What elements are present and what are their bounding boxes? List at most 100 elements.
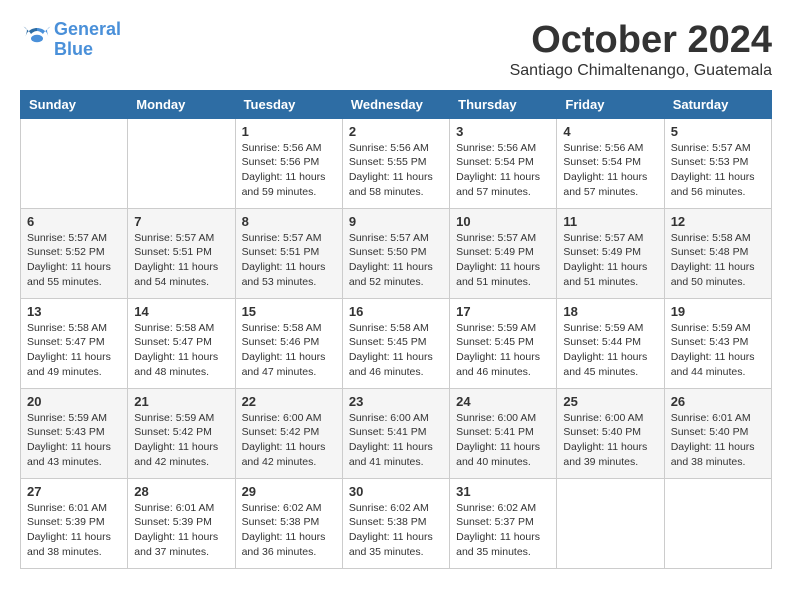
cell-content: Sunrise: 6:02 AM Sunset: 5:38 PM Dayligh… [349,501,443,560]
cell-content: Sunrise: 5:59 AM Sunset: 5:43 PM Dayligh… [27,411,121,470]
calendar-cell: 6 Sunrise: 5:57 AM Sunset: 5:52 PM Daylig… [21,208,128,298]
cell-content: Sunrise: 6:01 AM Sunset: 5:39 PM Dayligh… [134,501,228,560]
calendar-cell: 16 Sunrise: 5:58 AM Sunset: 5:45 PM Dayli… [342,298,449,388]
calendar-cell: 20 Sunrise: 5:59 AM Sunset: 5:43 PM Dayli… [21,388,128,478]
calendar-cell: 30 Sunrise: 6:02 AM Sunset: 5:38 PM Dayli… [342,478,449,568]
calendar-cell: 28 Sunrise: 6:01 AM Sunset: 5:39 PM Dayli… [128,478,235,568]
cell-content: Sunrise: 5:58 AM Sunset: 5:45 PM Dayligh… [349,321,443,380]
day-number: 16 [349,304,443,319]
cell-content: Sunrise: 5:57 AM Sunset: 5:53 PM Dayligh… [671,141,765,200]
calendar-cell [128,118,235,208]
calendar-cell: 31 Sunrise: 6:02 AM Sunset: 5:37 PM Dayli… [450,478,557,568]
column-header-wednesday: Wednesday [342,90,449,118]
calendar-cell: 18 Sunrise: 5:59 AM Sunset: 5:44 PM Dayli… [557,298,664,388]
calendar-cell [664,478,771,568]
day-number: 2 [349,124,443,139]
day-number: 24 [456,394,550,409]
calendar-cell [21,118,128,208]
day-number: 30 [349,484,443,499]
cell-content: Sunrise: 6:00 AM Sunset: 5:41 PM Dayligh… [456,411,550,470]
cell-content: Sunrise: 6:00 AM Sunset: 5:40 PM Dayligh… [563,411,657,470]
calendar-cell: 4Sunrise: 5:56 AM Sunset: 5:54 PM Daylig… [557,118,664,208]
cell-content: Sunrise: 5:59 AM Sunset: 5:44 PM Dayligh… [563,321,657,380]
calendar-week-row: 20 Sunrise: 5:59 AM Sunset: 5:43 PM Dayli… [21,388,772,478]
calendar-cell: 1 Sunrise: 5:56 AM Sunset: 5:56 PM Daylig… [235,118,342,208]
day-number: 25 [563,394,657,409]
day-number: 9 [349,214,443,229]
cell-content: Sunrise: 6:00 AM Sunset: 5:42 PM Dayligh… [242,411,336,470]
day-number: 17 [456,304,550,319]
column-header-monday: Monday [128,90,235,118]
calendar-cell: 7Sunrise: 5:57 AM Sunset: 5:51 PM Daylig… [128,208,235,298]
cell-content: Sunrise: 5:58 AM Sunset: 5:46 PM Dayligh… [242,321,336,380]
cell-content: Sunrise: 5:57 AM Sunset: 5:52 PM Dayligh… [27,231,121,290]
cell-content: Sunrise: 5:57 AM Sunset: 5:49 PM Dayligh… [563,231,657,290]
day-number: 20 [27,394,121,409]
cell-content: Sunrise: 5:57 AM Sunset: 5:49 PM Dayligh… [456,231,550,290]
calendar-cell: 9 Sunrise: 5:57 AM Sunset: 5:50 PM Daylig… [342,208,449,298]
day-number: 28 [134,484,228,499]
logo-line2: Blue [54,39,93,59]
title-section: October 2024 Santiago Chimaltenango, Gua… [510,20,772,80]
day-number: 15 [242,304,336,319]
column-header-tuesday: Tuesday [235,90,342,118]
cell-content: Sunrise: 6:02 AM Sunset: 5:38 PM Dayligh… [242,501,336,560]
cell-content: Sunrise: 5:56 AM Sunset: 5:56 PM Dayligh… [242,141,336,200]
calendar-cell: 23 Sunrise: 6:00 AM Sunset: 5:41 PM Dayli… [342,388,449,478]
day-number: 1 [242,124,336,139]
day-number: 31 [456,484,550,499]
calendar-cell: 14Sunrise: 5:58 AM Sunset: 5:47 PM Dayli… [128,298,235,388]
calendar-cell: 13Sunrise: 5:58 AM Sunset: 5:47 PM Dayli… [21,298,128,388]
logo-bird-icon [22,22,52,52]
column-header-friday: Friday [557,90,664,118]
cell-content: Sunrise: 5:56 AM Sunset: 5:55 PM Dayligh… [349,141,443,200]
day-number: 19 [671,304,765,319]
calendar-cell: 5 Sunrise: 5:57 AM Sunset: 5:53 PM Daylig… [664,118,771,208]
cell-content: Sunrise: 6:00 AM Sunset: 5:41 PM Dayligh… [349,411,443,470]
day-number: 13 [27,304,121,319]
day-number: 21 [134,394,228,409]
column-header-sunday: Sunday [21,90,128,118]
calendar-cell [557,478,664,568]
calendar-cell: 2 Sunrise: 5:56 AM Sunset: 5:55 PM Daylig… [342,118,449,208]
calendar-cell: 17 Sunrise: 5:59 AM Sunset: 5:45 PM Dayli… [450,298,557,388]
cell-content: Sunrise: 5:59 AM Sunset: 5:42 PM Dayligh… [134,411,228,470]
calendar-cell: 19 Sunrise: 5:59 AM Sunset: 5:43 PM Dayli… [664,298,771,388]
calendar-cell: 15 Sunrise: 5:58 AM Sunset: 5:46 PM Dayli… [235,298,342,388]
day-number: 5 [671,124,765,139]
logo-line1: General [54,19,121,39]
month-title: October 2024 [510,20,772,62]
cell-content: Sunrise: 5:59 AM Sunset: 5:45 PM Dayligh… [456,321,550,380]
day-number: 23 [349,394,443,409]
day-number: 14 [134,304,228,319]
calendar-week-row: 1 Sunrise: 5:56 AM Sunset: 5:56 PM Daylig… [21,118,772,208]
day-number: 11 [563,214,657,229]
day-number: 26 [671,394,765,409]
cell-content: Sunrise: 5:57 AM Sunset: 5:50 PM Dayligh… [349,231,443,290]
cell-content: Sunrise: 5:59 AM Sunset: 5:43 PM Dayligh… [671,321,765,380]
day-number: 6 [27,214,121,229]
page-header: General Blue October 2024 Santiago Chima… [20,20,772,80]
day-number: 7 [134,214,228,229]
day-number: 27 [27,484,121,499]
calendar-cell: 22 Sunrise: 6:00 AM Sunset: 5:42 PM Dayli… [235,388,342,478]
cell-content: Sunrise: 6:02 AM Sunset: 5:37 PM Dayligh… [456,501,550,560]
calendar-cell: 3Sunrise: 5:56 AM Sunset: 5:54 PM Daylig… [450,118,557,208]
day-number: 12 [671,214,765,229]
calendar-header-row: SundayMondayTuesdayWednesdayThursdayFrid… [21,90,772,118]
day-number: 8 [242,214,336,229]
calendar-cell: 29 Sunrise: 6:02 AM Sunset: 5:38 PM Dayli… [235,478,342,568]
day-number: 18 [563,304,657,319]
cell-content: Sunrise: 6:01 AM Sunset: 5:40 PM Dayligh… [671,411,765,470]
column-header-saturday: Saturday [664,90,771,118]
calendar-cell: 8 Sunrise: 5:57 AM Sunset: 5:51 PM Daylig… [235,208,342,298]
day-number: 10 [456,214,550,229]
cell-content: Sunrise: 5:57 AM Sunset: 5:51 PM Dayligh… [242,231,336,290]
day-number: 22 [242,394,336,409]
calendar-week-row: 6 Sunrise: 5:57 AM Sunset: 5:52 PM Daylig… [21,208,772,298]
location-title: Santiago Chimaltenango, Guatemala [510,62,772,80]
calendar-table: SundayMondayTuesdayWednesdayThursdayFrid… [20,90,772,569]
day-number: 3 [456,124,550,139]
day-number: 29 [242,484,336,499]
calendar-cell: 26 Sunrise: 6:01 AM Sunset: 5:40 PM Dayli… [664,388,771,478]
